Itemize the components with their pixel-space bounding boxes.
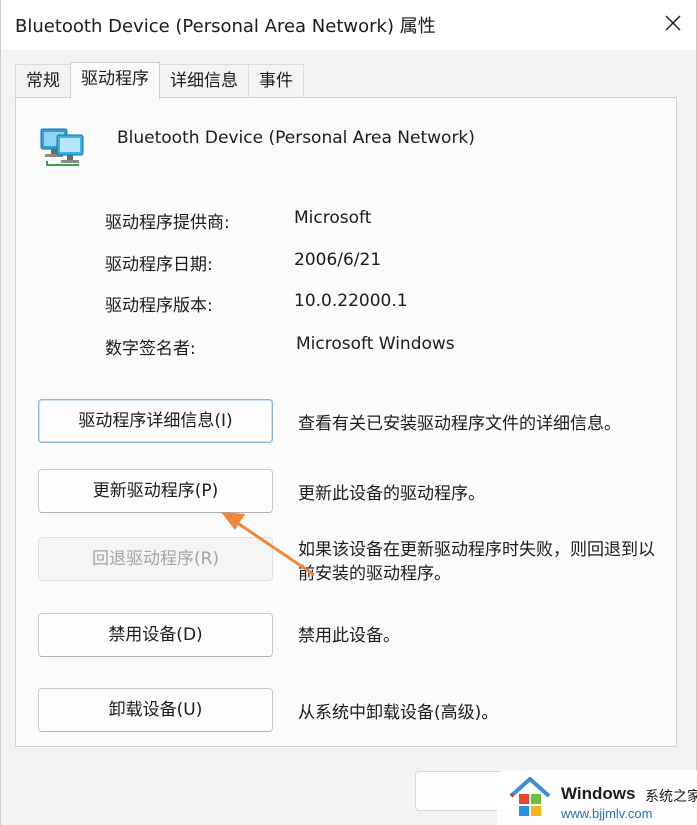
tab-events[interactable]: 事件 xyxy=(248,64,304,98)
network-adapter-icon xyxy=(40,128,84,166)
close-button[interactable] xyxy=(650,0,696,46)
site-watermark: Windows 系统之家 www.bjjmlv.com xyxy=(497,770,697,825)
driver-details-button[interactable]: 驱动程序详细信息(I) xyxy=(38,399,273,443)
driver-provider-label: 驱动程序提供商: xyxy=(105,213,230,233)
annotation-arrow-icon xyxy=(221,512,315,576)
tab-details[interactable]: 详细信息 xyxy=(159,64,249,98)
watermark-subtitle: 系统之家 xyxy=(645,789,697,805)
properties-dialog: Bluetooth Device (Personal Area Network)… xyxy=(0,0,697,825)
close-icon xyxy=(665,15,681,31)
digital-signer-row: 数字签名者: Microsoft Windows xyxy=(105,334,665,359)
tab-driver[interactable]: 驱动程序 xyxy=(70,62,160,99)
watermark-brand: Windows xyxy=(561,784,636,803)
window-title: Bluetooth Device (Personal Area Network)… xyxy=(15,16,436,37)
driver-date-row: 驱动程序日期: 2006/6/21 xyxy=(105,250,665,275)
tab-general[interactable]: 常规 xyxy=(15,64,71,98)
watermark-url: www.bjjmlv.com xyxy=(561,806,653,821)
driver-provider-row: 驱动程序提供商: Microsoft xyxy=(105,208,665,233)
disable-device-button[interactable]: 禁用设备(D) xyxy=(38,613,273,657)
device-name: Bluetooth Device (Personal Area Network) xyxy=(117,128,475,148)
driver-date-label: 驱动程序日期: xyxy=(105,255,213,275)
uninstall-device-description: 从系统中卸载设备(高级)。 xyxy=(298,703,499,723)
driver-details-description: 查看有关已安装驱动程序文件的详细信息。 xyxy=(298,414,621,434)
disable-device-description: 禁用此设备。 xyxy=(298,626,400,646)
update-driver-description: 更新此设备的驱动程序。 xyxy=(298,484,485,504)
digital-signer-value: Microsoft Windows xyxy=(296,334,455,354)
driver-date-value: 2006/6/21 xyxy=(294,250,382,270)
uninstall-device-button[interactable]: 卸载设备(U) xyxy=(38,688,273,732)
windows-house-logo-icon xyxy=(509,777,551,816)
driver-provider-value: Microsoft xyxy=(294,208,372,228)
driver-version-value: 10.0.22000.1 xyxy=(294,291,408,311)
digital-signer-label: 数字签名者: xyxy=(105,339,196,359)
driver-version-row: 驱动程序版本: 10.0.22000.1 xyxy=(105,291,665,316)
tab-strip: 常规 驱动程序 详细信息 事件 xyxy=(15,62,304,99)
driver-version-label: 驱动程序版本: xyxy=(105,296,213,316)
title-bar[interactable]: Bluetooth Device (Personal Area Network)… xyxy=(1,0,696,50)
rollback-driver-description: 如果该设备在更新驱动程序时失败，则回退到以前安装的驱动程序。 xyxy=(298,540,655,584)
